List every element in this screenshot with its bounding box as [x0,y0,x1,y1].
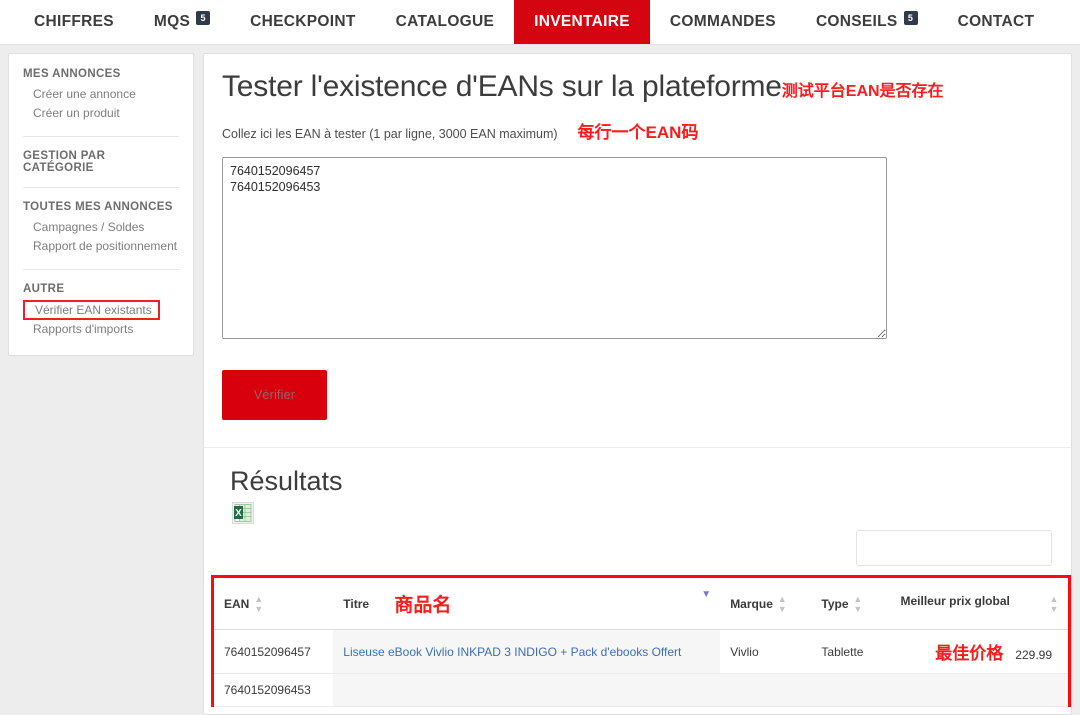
sidebar: MES ANNONCES Créer une annonce Créer un … [8,53,194,356]
column-header-titre[interactable]: Titre 商品名 ▼ [333,578,721,630]
sidebar-group-title: AUTRE [23,283,65,295]
sidebar-group-toutes-mes-annonces: TOUTES MES ANNONCES Campagnes / Soldes R… [9,201,193,256]
cell-titre [333,673,721,707]
price-value: 229.99 [1015,648,1052,662]
section-divider [204,447,1071,448]
nav-label: CONSEILS [815,13,898,30]
page-title-row: Tester l'existence d'EANs sur la platefo… [222,68,1053,104]
sort-both-icon[interactable]: ▲ ▼ [253,594,265,614]
nav-item-checkpoint[interactable]: CHECKPOINT [230,0,375,44]
sidebar-divider [23,187,179,188]
cell-type: Tablette [811,629,891,674]
top-navigation: CHIFFRES MQS 5 CHECKPOINT CATALOGUE INVEN… [0,0,1080,45]
sidebar-item-rapport-de-positionnement[interactable]: Rapport de positionnement [23,237,179,256]
results-title: Résultats [230,466,343,496]
column-label-ean: EAN [224,596,250,611]
sidebar-divider [23,269,179,270]
results-table-head: EAN ▲ ▼ Titre 商品名 ▼ Marque ▲ ▼ Type ▲ ▼ … [214,578,1068,630]
nav-label: CHIFFRES [34,13,114,30]
table-search-input[interactable] [856,530,1052,566]
table-filter-row [222,530,1053,566]
cell-titre: Liseuse eBook Vivlio INKPAD 3 INDIGO + P… [333,629,721,674]
column-header-type[interactable]: Type ▲ ▼ [811,578,891,630]
sort-both-icon[interactable]: ▲ ▼ [852,594,864,614]
sidebar-item-campagnes-soldes[interactable]: Campagnes / Soldes [23,218,179,237]
sidebar-group-gestion-par-categorie: GESTION PAR CATÉGORIE [9,150,193,174]
ean-input[interactable] [222,157,887,339]
column-annotation-titre: 商品名 [394,595,452,616]
sort-desc-icon[interactable]: ▼ [700,590,712,600]
verify-button[interactable]: Vérifier [222,370,327,420]
cell-marque [720,673,812,707]
nav-item-inventaire[interactable]: INVENTAIRE [514,0,650,44]
page-title: Tester l'existence d'EANs sur la platefo… [222,70,782,103]
sidebar-item-rapports-dimports[interactable]: Rapports d'imports [23,320,179,339]
page-subtitle: Collez ici les EAN à tester (1 par ligne… [222,127,558,141]
table-header-row: EAN ▲ ▼ Titre 商品名 ▼ Marque ▲ ▼ Type ▲ ▼ … [214,578,1068,630]
table-row: 7640152096453 [214,673,1068,707]
nav-badge-mqs: 5 [196,11,211,25]
page-title-annotation: 测试平台EAN是否存在 [781,83,944,100]
results-table: EAN ▲ ▼ Titre 商品名 ▼ Marque ▲ ▼ Type ▲ ▼ … [214,578,1068,707]
sidebar-group-title: MES ANNONCES [23,68,121,80]
sidebar-group-autre: AUTRE Vérifier EAN existants Rapports d'… [9,283,193,339]
sidebar-item-verifier-ean-existants[interactable]: Vérifier EAN existants [23,300,160,320]
cell-marque: Vivlio [720,629,812,674]
column-header-marque[interactable]: Marque ▲ ▼ [720,578,812,630]
sidebar-item-creer-un-produit[interactable]: Créer un produit [23,104,179,123]
sidebar-group-title: TOUTES MES ANNONCES [23,201,173,213]
page-subtitle-annotation: 每行一个EAN码 [577,123,699,142]
nav-item-chiffres[interactable]: CHIFFRES [14,0,134,44]
cell-prix [890,673,1068,707]
svg-text:X: X [235,508,242,519]
column-label-type: Type [821,596,849,611]
excel-export-icon[interactable]: X [232,502,254,524]
column-header-meilleur-prix-global[interactable]: Meilleur prix global ▲ ▼ [890,578,1068,630]
cell-type [811,673,891,707]
column-label-prix: Meilleur prix global [900,594,1010,609]
page-body: MES ANNONCES Créer une annonce Créer un … [0,45,1080,715]
nav-label: MQS [153,13,191,30]
cell-ean: 7640152096457 [214,629,334,674]
nav-badge-conseils: 5 [903,11,918,25]
column-label-titre: Titre [343,596,370,611]
sort-both-icon[interactable]: ▲ ▼ [1048,594,1060,614]
nav-label: INVENTAIRE [534,13,630,30]
sidebar-divider [23,136,179,137]
nav-item-catalogue[interactable]: CATALOGUE [376,0,515,44]
nav-item-conseils[interactable]: CONSEILS 5 [796,0,938,44]
sidebar-item-creer-une-annonce[interactable]: Créer une annonce [23,85,179,104]
cell-ean: 7640152096453 [214,673,334,707]
main-content: Tester l'existence d'EANs sur la platefo… [203,53,1072,715]
page-subtitle-row: Collez ici les EAN à tester (1 par ligne… [222,118,1053,143]
cell-prix: 最佳价格 229.99 [890,629,1068,674]
sidebar-group-title: GESTION PAR CATÉGORIE [23,150,106,174]
nav-label: CATALOGUE [395,13,495,30]
table-row: 7640152096457 Liseuse eBook Vivlio INKPA… [214,629,1068,674]
sidebar-group-mes-annonces: MES ANNONCES Créer une annonce Créer un … [9,68,193,123]
nav-label: COMMANDES [669,13,776,30]
nav-item-contact[interactable]: CONTACT [938,0,1055,44]
nav-item-commandes[interactable]: COMMANDES [650,0,796,44]
results-table-body: 7640152096457 Liseuse eBook Vivlio INKPA… [214,629,1068,707]
nav-label: CONTACT [957,13,1035,30]
column-label-marque: Marque [730,596,773,611]
nav-label: CHECKPOINT [250,13,356,30]
results-table-annotation-box: EAN ▲ ▼ Titre 商品名 ▼ Marque ▲ ▼ Type ▲ ▼ … [211,575,1071,707]
price-annotation: 最佳价格 [935,644,1004,663]
column-header-ean[interactable]: EAN ▲ ▼ [214,578,334,630]
product-title-link[interactable]: Liseuse eBook Vivlio INKPAD 3 INDIGO + P… [343,645,681,659]
nav-item-mqs[interactable]: MQS 5 [134,0,230,44]
sort-both-icon[interactable]: ▲ ▼ [776,594,788,614]
